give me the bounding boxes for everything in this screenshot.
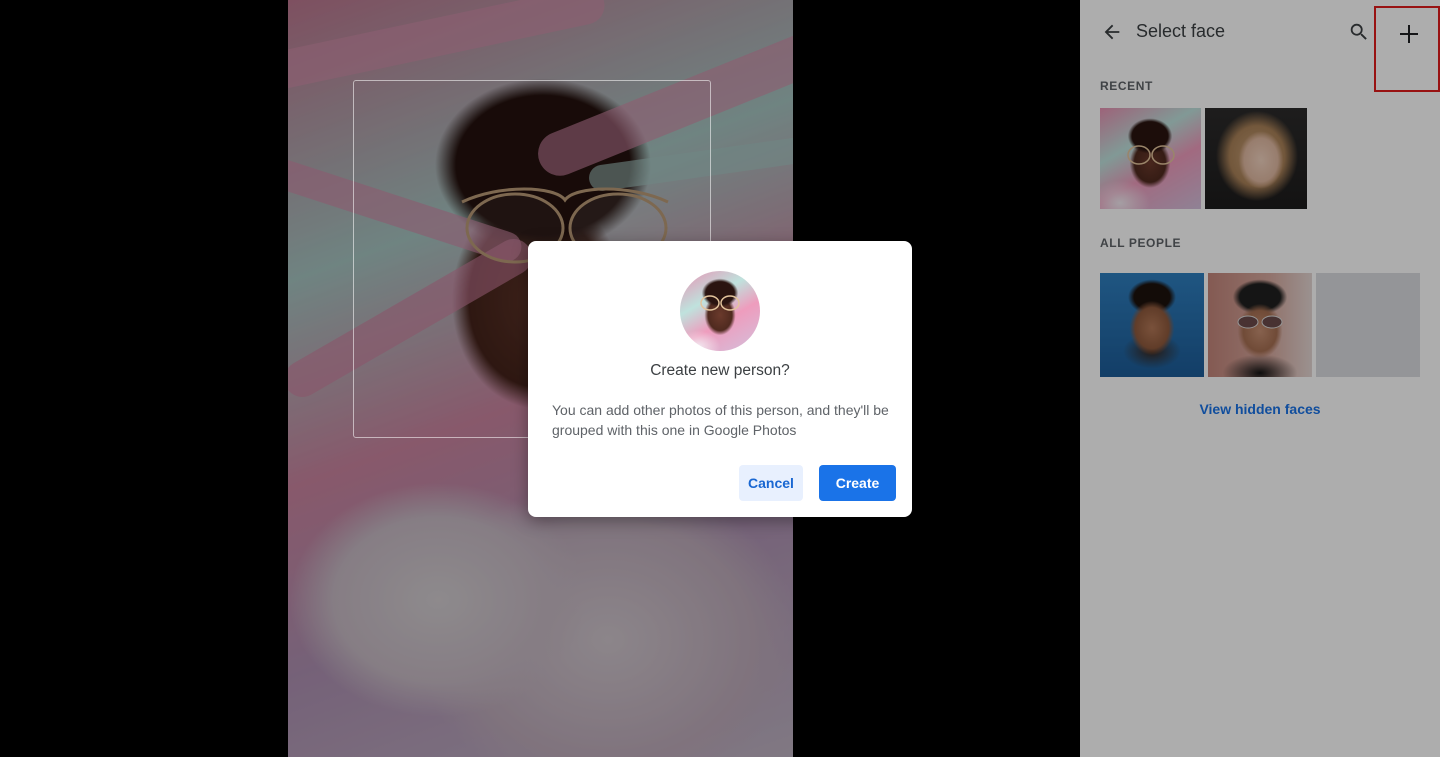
dialog-message: You can add other photos of this person,…	[552, 402, 889, 438]
dialog-title: Create new person?	[650, 362, 790, 379]
panel-dim-overlay	[1080, 0, 1440, 757]
cancel-button[interactable]: Cancel	[739, 465, 803, 501]
glasses-icon	[700, 295, 740, 311]
create-button[interactable]: Create	[819, 465, 896, 501]
create-person-dialog: Create new person? You can add other pho…	[528, 241, 912, 517]
face-avatar	[680, 271, 760, 351]
